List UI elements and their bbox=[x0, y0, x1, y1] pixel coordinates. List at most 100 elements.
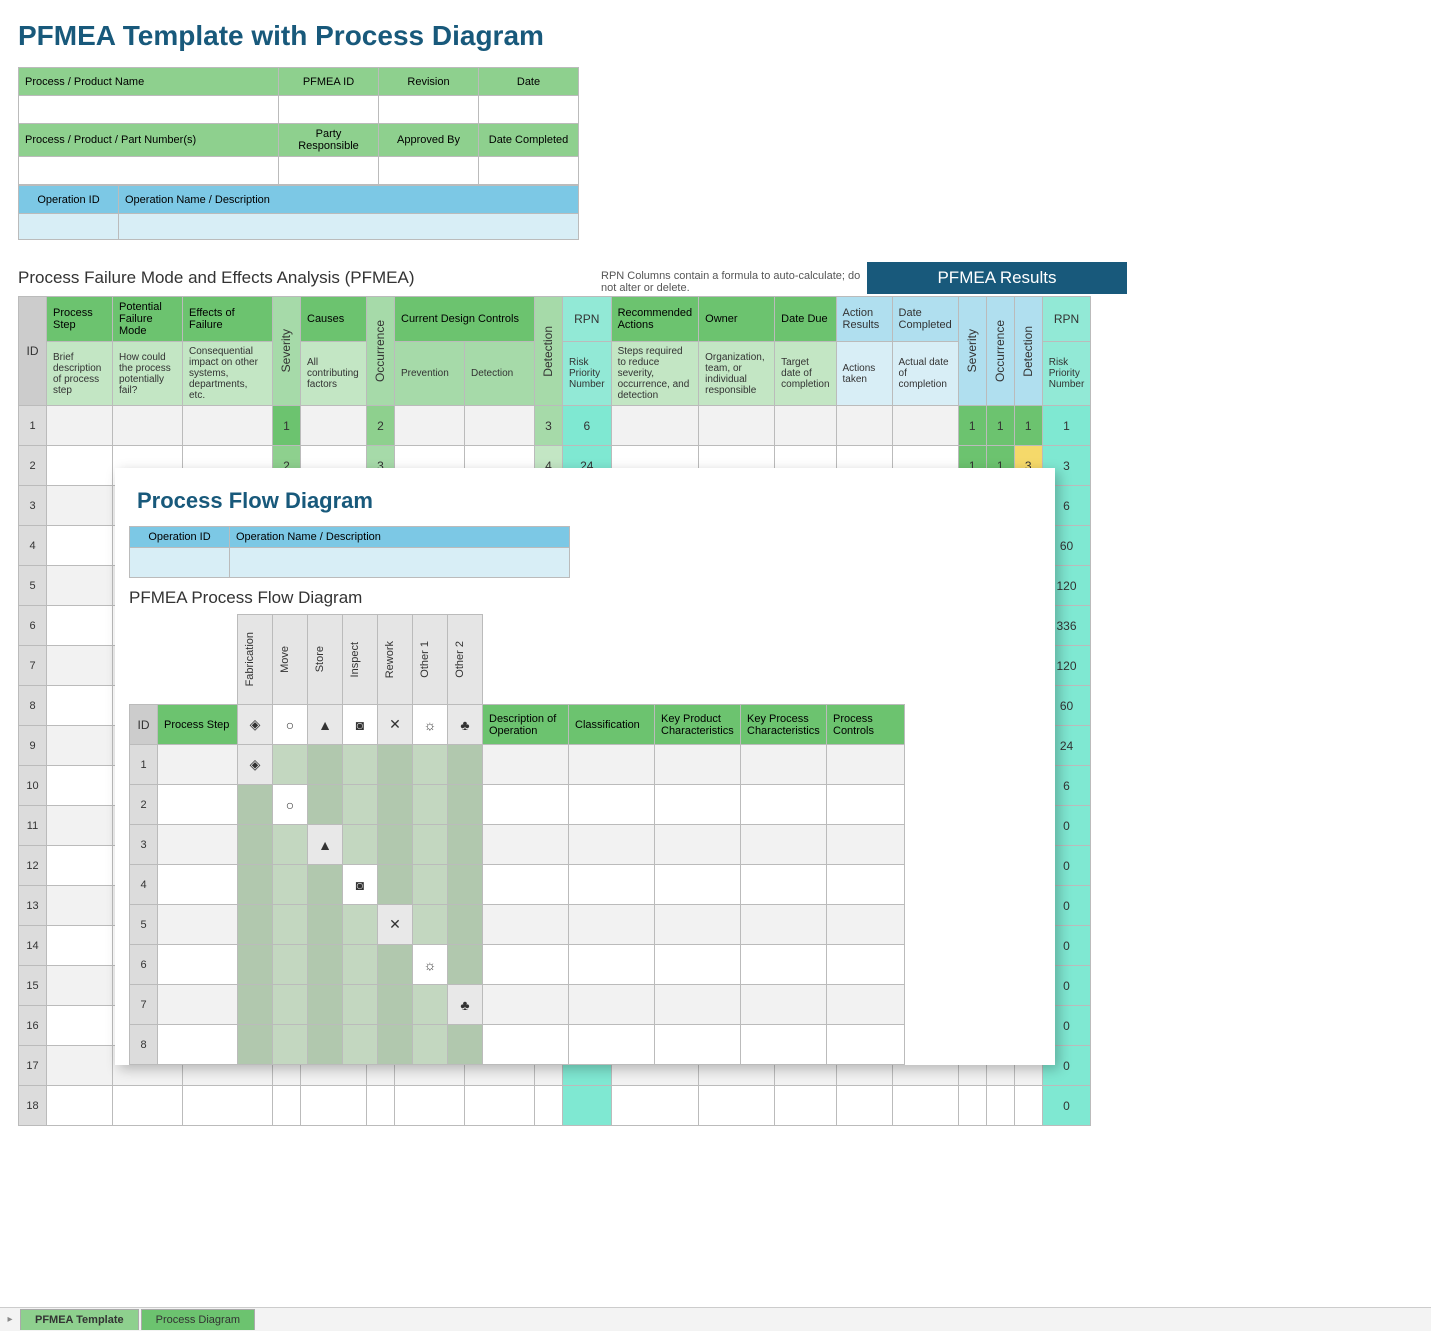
flow-cell[interactable] bbox=[413, 745, 448, 785]
process-flow-panel: Process Flow Diagram Operation ID Operat… bbox=[115, 468, 1055, 1065]
flow-cell[interactable] bbox=[378, 865, 413, 905]
flow-cell[interactable] bbox=[343, 825, 378, 865]
flow-cell[interactable] bbox=[273, 1025, 308, 1065]
flow-table: Fabrication Move Store Inspect Rework Ot… bbox=[129, 614, 905, 1065]
flow-cell[interactable] bbox=[413, 785, 448, 825]
col-process-step: Process Step bbox=[47, 297, 113, 342]
flow-cell[interactable] bbox=[448, 745, 483, 785]
flow-row: 2○ bbox=[130, 785, 905, 825]
row-id: 3 bbox=[19, 486, 47, 526]
flow-row: 5✕ bbox=[130, 905, 905, 945]
cell-res-detection[interactable] bbox=[1014, 1086, 1042, 1126]
flow-section-label: PFMEA Process Flow Diagram bbox=[129, 588, 1041, 608]
flow-cell[interactable]: ◙ bbox=[343, 865, 378, 905]
tab-prev-icon[interactable]: ▸ bbox=[0, 1314, 20, 1325]
flow-cell[interactable]: ○ bbox=[273, 785, 308, 825]
flow-cell[interactable] bbox=[238, 985, 273, 1025]
flow-cell[interactable] bbox=[413, 825, 448, 865]
cell-res-detection[interactable]: 1 bbox=[1014, 406, 1042, 446]
flow-row: 3▲ bbox=[130, 825, 905, 865]
sym-rework-icon: ✕ bbox=[378, 705, 413, 745]
cell-res-severity[interactable] bbox=[958, 1086, 986, 1126]
cell-res-occurrence[interactable] bbox=[986, 1086, 1014, 1126]
flow-cell[interactable] bbox=[448, 1025, 483, 1065]
flow-cell[interactable] bbox=[238, 825, 273, 865]
flow-cell[interactable] bbox=[378, 825, 413, 865]
cell-rpn: 6 bbox=[563, 406, 612, 446]
meta-h-rev: Revision bbox=[379, 68, 479, 96]
flow-cell[interactable] bbox=[343, 905, 378, 945]
flow-row-id: 6 bbox=[130, 945, 158, 985]
sym-store-icon: ▲ bbox=[308, 705, 343, 745]
flow-cell[interactable] bbox=[273, 745, 308, 785]
col-rpn: RPN bbox=[563, 297, 612, 342]
flow-cell[interactable]: ◈ bbox=[238, 745, 273, 785]
flow-cell[interactable] bbox=[308, 945, 343, 985]
row-id: 9 bbox=[19, 726, 47, 766]
flow-cell[interactable] bbox=[308, 1025, 343, 1065]
flow-cell[interactable] bbox=[308, 785, 343, 825]
flow-cell[interactable] bbox=[273, 985, 308, 1025]
flow-cell[interactable] bbox=[238, 945, 273, 985]
col-detection: Detection bbox=[535, 297, 563, 406]
cell-severity[interactable]: 1 bbox=[273, 406, 301, 446]
flow-cell[interactable] bbox=[273, 865, 308, 905]
flow-cell[interactable] bbox=[343, 985, 378, 1025]
flow-row-id: 8 bbox=[130, 1025, 158, 1065]
flow-cell[interactable] bbox=[378, 1025, 413, 1065]
flow-cell[interactable] bbox=[343, 1025, 378, 1065]
flow-cell[interactable] bbox=[378, 745, 413, 785]
flow-cell[interactable] bbox=[238, 785, 273, 825]
flow-cell[interactable] bbox=[308, 985, 343, 1025]
flow-cell[interactable] bbox=[238, 865, 273, 905]
cell-occurrence[interactable] bbox=[367, 1086, 395, 1126]
flow-cell[interactable] bbox=[308, 865, 343, 905]
cell-res-rpn: 0 bbox=[1042, 1086, 1091, 1126]
tab-process-diagram[interactable]: Process Diagram bbox=[141, 1309, 255, 1330]
flow-cell[interactable] bbox=[238, 905, 273, 945]
flow-cell[interactable] bbox=[413, 865, 448, 905]
flow-cell[interactable] bbox=[378, 985, 413, 1025]
flow-cell[interactable]: ✕ bbox=[378, 905, 413, 945]
col-res-occurrence: Occurrence bbox=[986, 297, 1014, 406]
flow-cell[interactable] bbox=[343, 945, 378, 985]
flow-cell[interactable] bbox=[448, 905, 483, 945]
flow-cell[interactable] bbox=[343, 745, 378, 785]
cell-res-rpn: 1 bbox=[1042, 406, 1091, 446]
col-severity: Severity bbox=[273, 297, 301, 406]
flow-cell[interactable] bbox=[448, 945, 483, 985]
cell-occurrence[interactable]: 2 bbox=[367, 406, 395, 446]
flow-cell[interactable] bbox=[273, 945, 308, 985]
flow-row: 7♣ bbox=[130, 985, 905, 1025]
cell-detection[interactable]: 3 bbox=[535, 406, 563, 446]
col-res-detection: Detection bbox=[1014, 297, 1042, 406]
flow-cell[interactable] bbox=[448, 865, 483, 905]
flow-cell[interactable]: ☼ bbox=[413, 945, 448, 985]
row-id: 5 bbox=[19, 566, 47, 606]
flow-cell[interactable] bbox=[343, 785, 378, 825]
flow-cell[interactable] bbox=[273, 825, 308, 865]
flow-cell[interactable] bbox=[308, 905, 343, 945]
flow-cell[interactable] bbox=[448, 825, 483, 865]
cell-res-occurrence[interactable]: 1 bbox=[986, 406, 1014, 446]
sheet-tabs: ▸ PFMEA Template Process Diagram bbox=[0, 1307, 1431, 1331]
flow-cell[interactable] bbox=[378, 785, 413, 825]
flow-cell[interactable] bbox=[273, 905, 308, 945]
col-date-due: Date Due bbox=[775, 297, 836, 342]
flow-cell[interactable]: ♣ bbox=[448, 985, 483, 1025]
flow-cell[interactable] bbox=[448, 785, 483, 825]
flow-cell[interactable] bbox=[413, 1025, 448, 1065]
flow-cell[interactable] bbox=[308, 745, 343, 785]
flow-cell[interactable] bbox=[413, 985, 448, 1025]
flow-cell[interactable] bbox=[238, 1025, 273, 1065]
meta-h-date: Date bbox=[479, 68, 579, 96]
cell-detection[interactable] bbox=[535, 1086, 563, 1126]
cell-res-severity[interactable]: 1 bbox=[958, 406, 986, 446]
flow-cell[interactable]: ▲ bbox=[308, 825, 343, 865]
flow-cell[interactable] bbox=[413, 905, 448, 945]
row-id: 1 bbox=[19, 406, 47, 446]
flow-cell[interactable] bbox=[378, 945, 413, 985]
tab-pfmea-template[interactable]: PFMEA Template bbox=[20, 1309, 139, 1330]
cell-severity[interactable] bbox=[273, 1086, 301, 1126]
meta-v-pname[interactable] bbox=[19, 96, 279, 124]
